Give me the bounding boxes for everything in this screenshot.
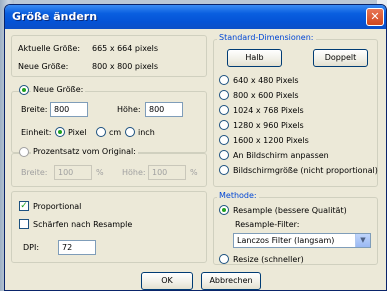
percent-height-input[interactable]: 100 xyxy=(148,165,186,180)
unit-cm-label: cm xyxy=(109,128,122,137)
dialog-body: Aktuelle Größe: 665 x 664 pixels Neue Gr… xyxy=(5,29,386,290)
std-1600-label: 1600 x 1200 Pixels xyxy=(233,136,309,145)
std-1600-radio[interactable] xyxy=(219,135,229,145)
resize-dialog: Größe ändern ✕ Aktuelle Größe: 665 x 664… xyxy=(4,4,387,291)
new-size-label: Neue Größe: xyxy=(18,62,69,71)
method-label: Methode: xyxy=(217,191,259,200)
percent-option-label: Prozentsatz vom Original: xyxy=(31,147,138,156)
proportional-checkbox[interactable]: ✓ xyxy=(19,201,29,211)
std-640-label: 640 x 480 Pixels xyxy=(233,76,299,85)
new-size-radio[interactable] xyxy=(19,85,29,95)
dpi-label: DPI: xyxy=(23,243,40,252)
unit-pixel-radio[interactable] xyxy=(55,127,65,137)
height-input[interactable]: 800 xyxy=(145,102,183,117)
filter-select[interactable]: Lanczos Filter (langsam) ▼ xyxy=(233,233,371,248)
dialog-title: Größe ändern xyxy=(12,10,98,23)
resize-label: Resize (schneller) xyxy=(233,255,304,264)
resample-label: Resample (bessere Qualität) xyxy=(233,206,347,215)
filter-value: Lanczos Filter (langsam) xyxy=(237,236,335,245)
resize-radio[interactable] xyxy=(219,254,229,264)
screen-size-radio[interactable] xyxy=(219,165,229,175)
cancel-button[interactable]: Abbrechen xyxy=(201,272,261,290)
current-size-label: Aktuelle Größe: xyxy=(18,44,81,53)
fit-screen-radio[interactable] xyxy=(219,150,229,160)
close-button[interactable]: ✕ xyxy=(366,8,384,26)
percent-width-unit: % xyxy=(96,168,104,177)
percent-width-label: Breite: xyxy=(21,168,48,177)
height-label: Höhe: xyxy=(117,105,141,114)
close-icon: ✕ xyxy=(370,10,380,23)
std-1280-radio[interactable] xyxy=(219,120,229,130)
dpi-input[interactable]: 72 xyxy=(58,240,96,255)
percent-width-input[interactable]: 100 xyxy=(54,165,92,180)
proportional-label: Proportional xyxy=(33,202,82,211)
std-1280-label: 1280 x 960 Pixels xyxy=(233,121,304,130)
fit-screen-label: An Bildschirm anpassen xyxy=(233,151,329,160)
percent-height-unit: % xyxy=(190,168,198,177)
std-640-radio[interactable] xyxy=(219,75,229,85)
sharpen-label: Schärfen nach Resample xyxy=(33,220,133,229)
std-1024-radio[interactable] xyxy=(219,105,229,115)
unit-inch-radio[interactable] xyxy=(125,127,135,137)
standard-dimensions-label: Standard-Dimensionen: xyxy=(217,33,316,42)
half-button[interactable]: Halb xyxy=(227,49,282,67)
unit-label: Einheit: xyxy=(21,128,52,137)
new-size-option-label: Neue Größe: xyxy=(31,85,86,94)
new-size-group xyxy=(11,91,207,153)
filter-label: Resample-Filter: xyxy=(235,220,300,229)
unit-inch-label: inch xyxy=(138,128,155,137)
ok-button[interactable]: OK xyxy=(141,272,193,290)
unit-pixel-label: Pixel xyxy=(68,128,87,137)
screen-size-label: Bildschirmgröße (nicht proportional) xyxy=(233,166,378,175)
unit-cm-radio[interactable] xyxy=(96,127,106,137)
std-800-radio[interactable] xyxy=(219,90,229,100)
current-size-value: 665 x 664 pixels xyxy=(92,44,159,53)
chevron-down-icon[interactable]: ▼ xyxy=(355,234,370,247)
width-input[interactable]: 800 xyxy=(50,102,88,117)
sharpen-checkbox[interactable] xyxy=(19,219,29,229)
size-info-box: Aktuelle Größe: 665 x 664 pixels Neue Gr… xyxy=(11,35,207,77)
double-button[interactable]: Doppelt xyxy=(313,49,368,67)
title-bar[interactable]: Größe ändern ✕ xyxy=(5,5,386,29)
percent-radio[interactable] xyxy=(19,147,29,157)
std-800-label: 800 x 600 Pixels xyxy=(233,91,299,100)
new-size-value: 800 x 800 pixels xyxy=(92,62,159,71)
percent-height-label: Höhe: xyxy=(122,168,146,177)
std-1024-label: 1024 x 768 Pixels xyxy=(233,106,304,115)
width-label: Breite: xyxy=(21,105,48,114)
resample-radio[interactable] xyxy=(219,205,229,215)
